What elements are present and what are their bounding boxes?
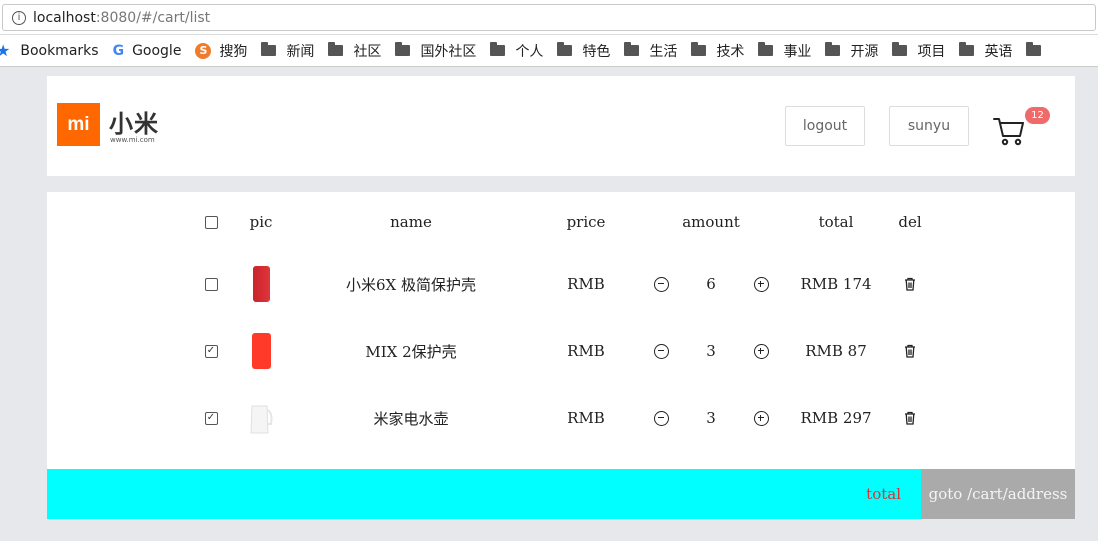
sogou-icon: S: [195, 42, 212, 59]
cart-total-bar: total: [47, 469, 921, 519]
bookmark-folder[interactable]: 特色: [557, 41, 610, 61]
select-all-checkbox[interactable]: [204, 215, 218, 229]
item-amount: 3: [706, 342, 716, 360]
folder-icon: [490, 42, 506, 56]
logo-text: 小米: [109, 110, 159, 138]
bookmark-folder[interactable]: 技术: [691, 41, 744, 61]
address-bar[interactable]: i localhost:8080/#/cart/list: [2, 4, 1096, 31]
increase-amount-icon[interactable]: [753, 410, 769, 426]
cart-item-row: ✓ 米家电水壶 RMB 3 RMB 297: [47, 388, 1075, 448]
item-total: RMB 174: [800, 275, 872, 293]
decrease-amount-icon[interactable]: [653, 410, 669, 426]
product-name: 米家电水壶: [373, 409, 449, 428]
item-checkbox[interactable]: ✓: [204, 411, 218, 425]
bookmark-folder[interactable]: [1026, 42, 1051, 56]
bookmark-bookmarks[interactable]: ★Bookmarks: [0, 41, 99, 60]
item-checkbox[interactable]: [204, 277, 218, 291]
product-thumbnail: [251, 333, 271, 369]
site-header: mi 小米 www.mi.com logout sunyu 12: [47, 76, 1075, 176]
decrease-amount-icon[interactable]: [653, 343, 669, 359]
column-name: name: [390, 213, 432, 231]
folder-icon: [624, 42, 640, 56]
cart-count-badge: 12: [1025, 107, 1050, 124]
product-price: RMB: [567, 275, 605, 293]
column-price: price: [566, 213, 606, 231]
cart-table-header: pic name price amount total del: [47, 192, 1075, 252]
column-pic: pic: [249, 213, 273, 231]
increase-amount-icon[interactable]: [753, 343, 769, 359]
bookmark-folder[interactable]: 项目: [892, 41, 945, 61]
folder-icon: [825, 42, 841, 56]
bookmark-folder[interactable]: 个人: [490, 41, 543, 61]
url-text: localhost:8080/#/cart/list: [33, 9, 211, 26]
column-del: del: [898, 213, 922, 231]
info-icon[interactable]: i: [12, 10, 26, 25]
trash-icon[interactable]: [902, 276, 918, 292]
folder-icon: [261, 42, 277, 56]
column-amount: amount: [682, 213, 740, 231]
column-total: total: [818, 213, 854, 231]
folder-icon: [691, 42, 707, 56]
folder-icon: [892, 42, 908, 56]
bookmark-folder[interactable]: 事业: [758, 41, 811, 61]
bookmark-folder[interactable]: 生活: [624, 41, 677, 61]
folder-icon: [1026, 42, 1042, 56]
folder-icon: [959, 42, 975, 56]
product-thumbnail: [250, 405, 273, 434]
bookmark-google[interactable]: G Google: [113, 43, 182, 59]
product-price: RMB: [567, 409, 605, 427]
item-amount: 6: [706, 275, 716, 293]
folder-icon: [557, 42, 573, 56]
item-amount: 3: [706, 409, 716, 427]
trash-icon[interactable]: [902, 343, 918, 359]
folder-icon: [395, 42, 411, 56]
google-icon: G: [112, 42, 125, 59]
bookmark-folder[interactable]: 开源: [825, 41, 878, 61]
increase-amount-icon[interactable]: [753, 276, 769, 292]
logo-subtitle: www.mi.com: [110, 136, 155, 144]
bookmark-folder[interactable]: 社区: [328, 41, 381, 61]
product-name: 小米6X 极简保护壳: [346, 275, 476, 294]
cart-footer: total goto /cart/address: [47, 469, 1075, 519]
bookmarks-bar: ★Bookmarks GGoogle S搜狗 新闻 社区 国外社区 个人 特色 …: [0, 35, 1098, 67]
goto-address-button[interactable]: goto /cart/address: [921, 469, 1075, 519]
trash-icon[interactable]: [902, 410, 918, 426]
user-button[interactable]: sunyu: [889, 106, 969, 146]
star-icon: ★: [0, 41, 10, 60]
product-name: MIX 2保护壳: [365, 342, 457, 361]
cart-panel: pic name price amount total del 小米6X 极简保…: [47, 192, 1075, 519]
cart-item-row: ✓ MIX 2保护壳 RMB 3 RMB 87: [47, 321, 1075, 381]
bookmark-folder[interactable]: 国外社区: [395, 41, 476, 61]
item-checkbox[interactable]: ✓: [204, 344, 218, 358]
logout-button[interactable]: logout: [785, 106, 865, 146]
shopping-cart-icon[interactable]: [993, 116, 1025, 146]
product-thumbnail: [252, 266, 270, 302]
item-total: RMB 297: [800, 409, 872, 427]
folder-icon: [328, 42, 344, 56]
bookmark-folder[interactable]: 英语: [959, 41, 1012, 61]
cart-total-label: total: [866, 485, 901, 503]
bookmark-sogou[interactable]: S 搜狗: [195, 41, 247, 61]
browser-toolbar: i localhost:8080/#/cart/list: [0, 0, 1098, 35]
cart-item-row: 小米6X 极简保护壳 RMB 6 RMB 174: [47, 254, 1075, 314]
product-price: RMB: [567, 342, 605, 360]
bookmark-folder[interactable]: 新闻: [261, 41, 314, 61]
mi-logo-icon[interactable]: mi: [57, 103, 100, 146]
item-total: RMB 87: [805, 342, 867, 360]
decrease-amount-icon[interactable]: [653, 276, 669, 292]
folder-icon: [758, 42, 774, 56]
